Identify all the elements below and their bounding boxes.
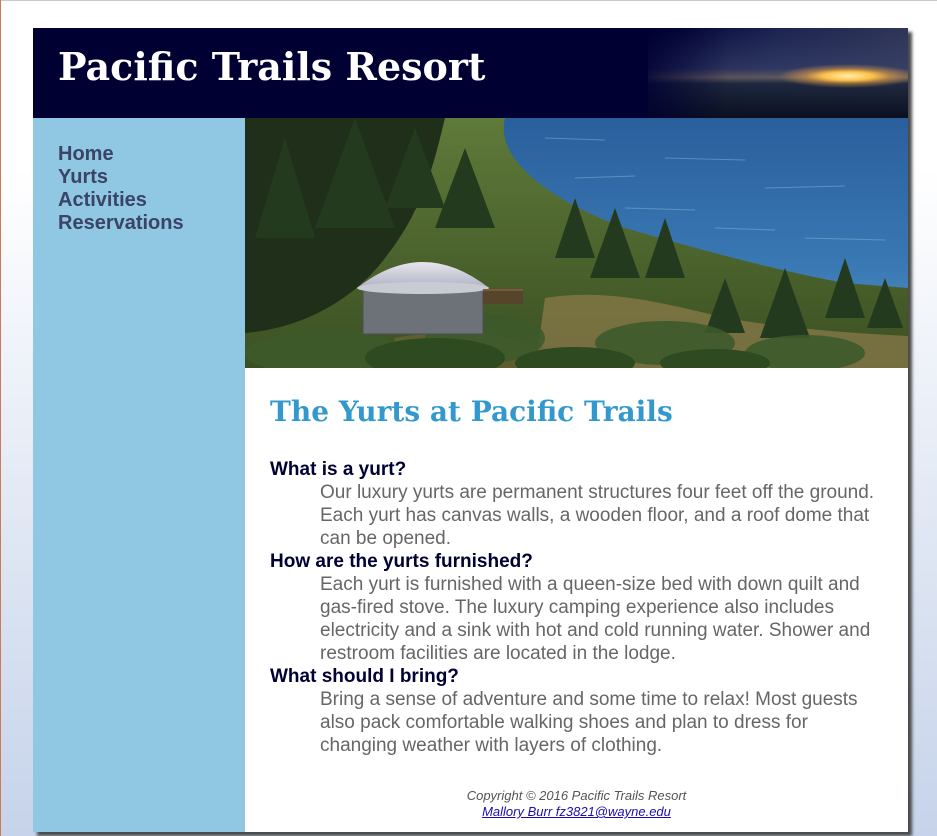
- page-wrapper: Pacific Trails Resort Home Yurts Activit…: [33, 28, 908, 832]
- nav-link-reservations[interactable]: Reservations: [58, 212, 184, 235]
- page-heading: The Yurts at Pacific Trails: [270, 395, 673, 428]
- faq-answer: Our luxury yurts are permanent structure…: [320, 482, 875, 549]
- main-nav: Home Yurts Activities Reservations: [58, 143, 184, 235]
- nav-link-home[interactable]: Home: [58, 143, 184, 166]
- faq-question: What should I bring?: [270, 666, 459, 687]
- nav-link-activities[interactable]: Activities: [58, 189, 184, 212]
- yurt-hero-image: [245, 118, 908, 368]
- site-header: Pacific Trails Resort: [33, 28, 908, 118]
- main-content: The Yurts at Pacific Trails What is a yu…: [270, 392, 890, 757]
- copyright-text: Copyright © 2016 Pacific Trails Resort: [466, 788, 687, 803]
- faq-answer: Each yurt is furnished with a queen-size…: [320, 574, 871, 664]
- banner-fade: [628, 28, 728, 118]
- page-left-border: [0, 0, 1, 836]
- contact-email-link[interactable]: Mallory Burr fz3821@wayne.edu: [482, 804, 671, 819]
- site-footer: Copyright © 2016 Pacific Trails Resort M…: [245, 788, 908, 820]
- yurt-faq-list: What is a yurt? Our luxury yurts are per…: [270, 458, 890, 757]
- faq-question: What is a yurt?: [270, 459, 407, 480]
- nav-link-yurts[interactable]: Yurts: [58, 166, 184, 189]
- faq-answer: Bring a sense of adventure and some time…: [320, 689, 858, 756]
- faq-question: How are the yurts furnished?: [270, 551, 533, 572]
- site-title: Pacific Trails Resort: [58, 44, 486, 89]
- content-area: The Yurts at Pacific Trails What is a yu…: [245, 118, 908, 832]
- page-top-border: [0, 0, 937, 1]
